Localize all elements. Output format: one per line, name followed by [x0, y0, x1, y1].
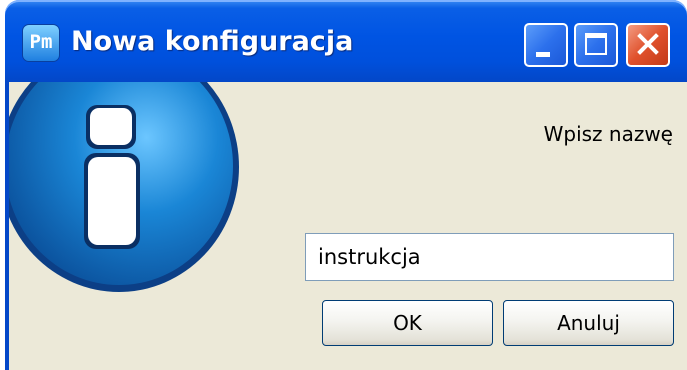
- close-icon: [637, 33, 659, 55]
- maximize-button[interactable]: [574, 23, 618, 67]
- close-button[interactable]: [626, 23, 670, 67]
- prompt-label: Wpisz nazwę: [543, 122, 673, 146]
- name-input[interactable]: [305, 233, 674, 281]
- dialog-window: Pm Nowa konfiguracja Wpisz nazwę instruk…: [5, 0, 687, 370]
- title-bar[interactable]: Pm Nowa konfiguracja: [5, 0, 687, 82]
- ok-button[interactable]: OK: [322, 300, 493, 346]
- info-icon: [9, 82, 239, 292]
- maximize-icon: [585, 33, 607, 55]
- cancel-button[interactable]: Anuluj: [503, 300, 674, 346]
- dialog-body: Wpisz nazwę OK Anuluj: [5, 82, 687, 370]
- app-icon: Pm: [23, 25, 59, 61]
- window-title: Nowa konfiguracja: [71, 26, 354, 57]
- minimize-button[interactable]: [524, 23, 568, 67]
- minimize-icon: [536, 52, 550, 57]
